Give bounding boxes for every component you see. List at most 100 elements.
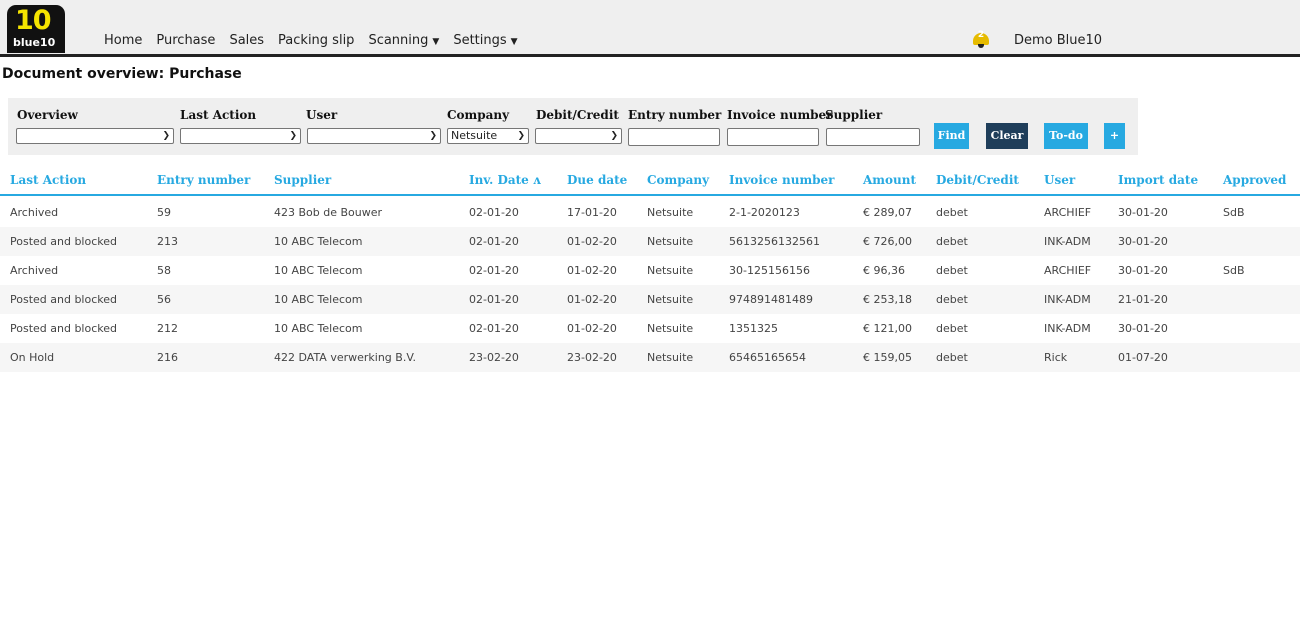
- cell-last-action: Archived: [10, 206, 59, 219]
- cell-import-date: 21-01-20: [1118, 293, 1168, 306]
- cell-due-date: 01-02-20: [567, 235, 617, 248]
- nav-item-scanning[interactable]: Scanning ▼: [368, 33, 439, 48]
- blue10-logo[interactable]: 10 blue10: [7, 5, 65, 53]
- entry-number-input[interactable]: [628, 128, 720, 146]
- cell-company: Netsuite: [647, 322, 694, 335]
- cell-entry-number: 213: [157, 235, 178, 248]
- cell-inv-date: 02-01-20: [469, 293, 519, 306]
- overview-filter-label: Overview: [17, 108, 78, 122]
- nav-item-label: Home: [104, 33, 143, 48]
- column-header-supplier[interactable]: Supplier: [274, 173, 331, 187]
- cell-amount: € 121,00: [863, 322, 912, 335]
- cell-last-action: Posted and blocked: [10, 293, 117, 306]
- cell-debit-credit: debet: [936, 235, 968, 248]
- table-row[interactable]: Posted and blocked 56 10 ABC Telecom 02-01-…: [0, 285, 1300, 314]
- cell-invoice-number: 1351325: [729, 322, 778, 335]
- cell-import-date: 30-01-20: [1118, 264, 1168, 277]
- cell-invoice-number: 30-125156156: [729, 264, 810, 277]
- column-header-due-date[interactable]: Due date: [567, 173, 627, 187]
- column-header-last-action[interactable]: Last Action: [10, 173, 86, 187]
- cell-user: Rick: [1044, 351, 1068, 364]
- cell-import-date: 30-01-20: [1118, 322, 1168, 335]
- table-row[interactable]: Archived 58 10 ABC Telecom 02-01-20 01-02-20…: [0, 256, 1300, 285]
- cell-company: Netsuite: [647, 351, 694, 364]
- logo-wordmark: blue10: [13, 36, 56, 49]
- main-menu: Home Purchase Sales Packing slip Scannin…: [104, 33, 532, 48]
- cell-amount: € 726,00: [863, 235, 912, 248]
- cell-user: ARCHIEF: [1044, 264, 1092, 277]
- user-select[interactable]: ❯: [307, 128, 441, 144]
- column-header-import-date[interactable]: Import date: [1118, 173, 1198, 187]
- cell-user: INK-ADM: [1044, 322, 1091, 335]
- top-navigation-bar: 10 blue10 Home Purchase Sales Packing sl…: [0, 0, 1300, 57]
- cell-import-date: 30-01-20: [1118, 235, 1168, 248]
- cell-debit-credit: debet: [936, 351, 968, 364]
- debit-credit-select[interactable]: ❯: [535, 128, 622, 144]
- cell-company: Netsuite: [647, 264, 694, 277]
- cell-due-date: 17-01-20: [567, 206, 617, 219]
- cell-entry-number: 59: [157, 206, 171, 219]
- notification-bell-icon[interactable]: 2: [972, 30, 990, 48]
- table-row[interactable]: Posted and blocked 212 10 ABC Telecom 02-01…: [0, 314, 1300, 343]
- nav-item-label: Settings: [453, 33, 507, 48]
- cell-invoice-number: 5613256132561: [729, 235, 820, 248]
- nav-item-settings[interactable]: Settings ▼: [453, 33, 517, 48]
- column-header-amount[interactable]: Amount: [863, 173, 916, 187]
- cell-last-action: Archived: [10, 264, 59, 277]
- table-row[interactable]: Posted and blocked 213 10 ABC Telecom 02-01…: [0, 227, 1300, 256]
- nav-item-label: Sales: [229, 33, 265, 48]
- cell-supplier: 10 ABC Telecom: [274, 235, 363, 248]
- clear-button[interactable]: Clear: [986, 123, 1028, 149]
- last-action-select[interactable]: ❯: [180, 128, 301, 144]
- cell-amount: € 253,18: [863, 293, 912, 306]
- notification-count-badge: 2: [977, 30, 985, 40]
- nav-item-home[interactable]: Home: [104, 33, 142, 48]
- column-header-company[interactable]: Company: [647, 173, 709, 187]
- nav-item-packing-slip[interactable]: Packing slip: [278, 33, 354, 48]
- cell-import-date: 30-01-20: [1118, 206, 1168, 219]
- debit-credit-filter-label: Debit/Credit: [536, 108, 619, 122]
- chevron-down-icon: ❯: [289, 131, 297, 141]
- cell-supplier: 423 Bob de Bouwer: [274, 206, 383, 219]
- column-header-entry-number[interactable]: Entry number: [157, 173, 250, 187]
- table-row[interactable]: Archived 59 423 Bob de Bouwer 02-01-20 17-01…: [0, 198, 1300, 227]
- chevron-down-icon: ❯: [162, 131, 170, 141]
- cell-user: INK-ADM: [1044, 293, 1091, 306]
- overview-select[interactable]: ❯: [16, 128, 174, 144]
- cell-last-action: On Hold: [10, 351, 55, 364]
- cell-entry-number: 56: [157, 293, 171, 306]
- column-header-approved[interactable]: Approved: [1223, 173, 1286, 187]
- cell-supplier: 422 DATA verwerking B.V.: [274, 351, 416, 364]
- nav-item-purchase[interactable]: Purchase: [156, 33, 215, 48]
- chevron-down-icon: ❯: [517, 131, 525, 141]
- column-header-inv-date[interactable]: Inv. Date ʌ: [469, 173, 541, 187]
- cell-invoice-number: 2-1-2020123: [729, 206, 800, 219]
- cell-user: INK-ADM: [1044, 235, 1091, 248]
- table-row[interactable]: On Hold 216 422 DATA verwerking B.V. 23-02-…: [0, 343, 1300, 372]
- cell-import-date: 01-07-20: [1118, 351, 1168, 364]
- find-button[interactable]: Find: [934, 123, 969, 149]
- supplier-input[interactable]: [826, 128, 920, 146]
- cell-due-date: 01-02-20: [567, 264, 617, 277]
- column-header-user[interactable]: User: [1044, 173, 1075, 187]
- cell-inv-date: 02-01-20: [469, 235, 519, 248]
- caret-down-icon: ▼: [432, 37, 440, 47]
- nav-item-label: Purchase: [156, 33, 216, 48]
- cell-inv-date: 23-02-20: [469, 351, 519, 364]
- cell-entry-number: 212: [157, 322, 178, 335]
- cell-amount: € 96,36: [863, 264, 905, 277]
- company-select[interactable]: Netsuite ❯: [447, 128, 529, 144]
- user-menu[interactable]: Demo Blue10: [1014, 33, 1102, 48]
- company-filter-label: Company: [447, 108, 510, 122]
- todo-button[interactable]: To-do: [1044, 123, 1088, 149]
- supplier-filter-label: Supplier: [825, 108, 883, 122]
- cell-inv-date: 02-01-20: [469, 264, 519, 277]
- column-header-debit-credit[interactable]: Debit/Credit: [936, 173, 1019, 187]
- cell-entry-number: 216: [157, 351, 178, 364]
- nav-item-sales[interactable]: Sales: [229, 33, 264, 48]
- invoice-number-input[interactable]: [727, 128, 819, 146]
- nav-item-label: Packing slip: [278, 33, 355, 48]
- invoice-number-filter-label: Invoice number: [727, 108, 833, 122]
- column-header-invoice-number[interactable]: Invoice number: [729, 173, 835, 187]
- add-document-button[interactable]: +: [1104, 123, 1125, 149]
